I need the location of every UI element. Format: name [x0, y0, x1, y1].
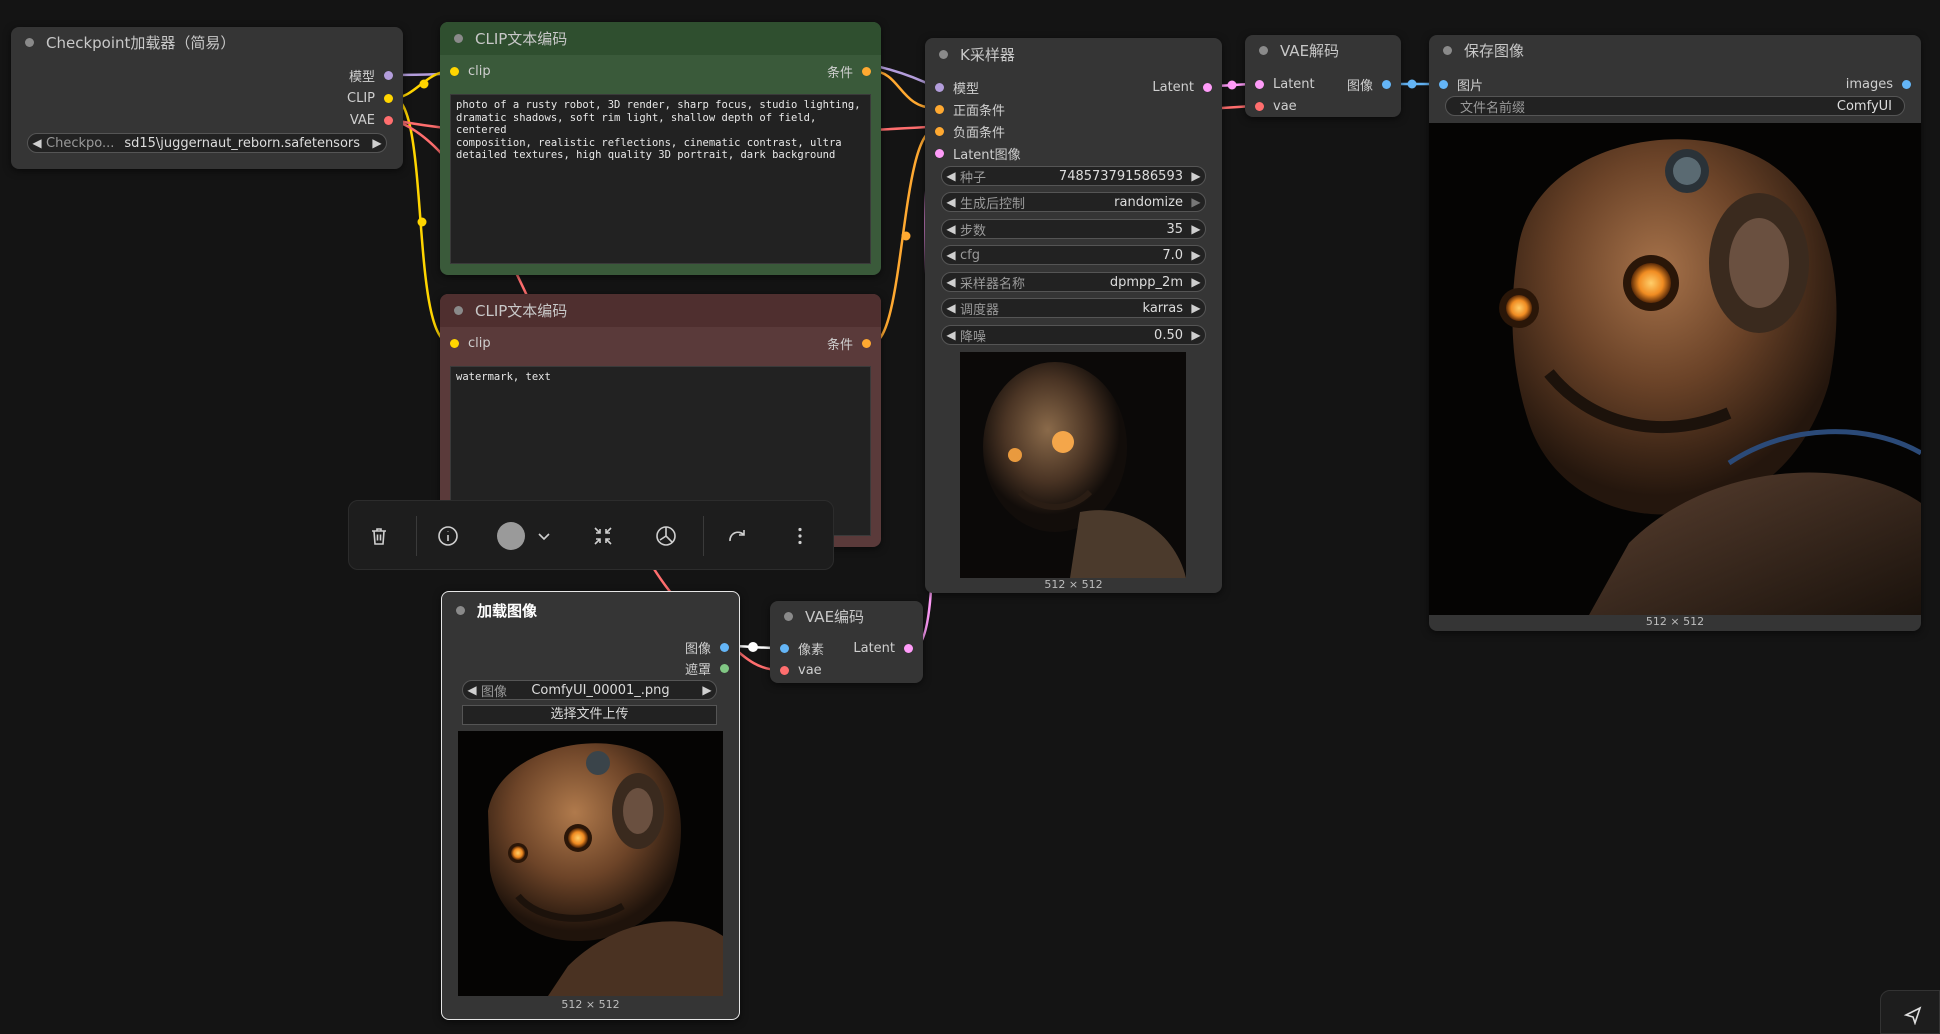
input-slot-latent[interactable] [1255, 79, 1264, 89]
upload-button[interactable]: 选择文件上传 [462, 705, 717, 725]
seed-widget[interactable]: ◀ 种子 748573791586593 ▶ [941, 166, 1206, 186]
collapse-dot-icon[interactable] [454, 34, 463, 43]
preview-dimensions: 512 × 512 [1044, 578, 1103, 591]
output-slot-latent[interactable] [904, 643, 913, 653]
output-slot-images[interactable] [1902, 79, 1911, 89]
input-slot-clip[interactable] [450, 66, 459, 76]
color-swatch-icon [497, 522, 525, 550]
collapse-dot-icon[interactable] [25, 37, 34, 47]
node-title[interactable]: CLIP文本编码 [440, 22, 881, 55]
latent-preview-image [960, 352, 1186, 578]
ksampler-node[interactable]: K采样器 模型 Latent 正面条件 负面条件 Latent图像 ◀ 种子 748… [925, 38, 1222, 593]
color-picker-button[interactable] [490, 518, 560, 554]
more-icon[interactable] [782, 518, 818, 554]
collapse-dot-icon[interactable] [784, 611, 793, 621]
toolbar-separator [703, 516, 704, 556]
output-label-model: 模型 [348, 69, 375, 85]
node-title[interactable]: 加载图像 [442, 592, 739, 628]
output-slot-clip[interactable] [384, 93, 393, 103]
send-arrow-icon [1903, 1006, 1922, 1025]
output-slot-image[interactable] [720, 642, 729, 652]
collapse-dot-icon[interactable] [939, 50, 948, 59]
checkpoint-loader-node[interactable]: Checkpoint加载器（简易） 模型 CLIP VAE ◀ Checkpo.… [11, 27, 403, 169]
redo-icon[interactable] [720, 518, 756, 554]
output-slot-model[interactable] [384, 70, 393, 80]
output-slot-image[interactable] [1382, 79, 1391, 89]
output-slot-conditioning[interactable] [862, 338, 871, 348]
node-title[interactable]: K采样器 [925, 38, 1222, 71]
clip-text-encode-positive-node[interactable]: CLIP文本编码 clip 条件 photo of a rusty robot,… [440, 22, 881, 275]
node-title[interactable]: 保存图像 [1429, 35, 1921, 65]
delete-icon[interactable] [361, 518, 397, 554]
preview-dimensions: 512 × 512 [561, 998, 620, 1011]
ckpt-name-combo[interactable]: ◀ Checkpo... sd15\juggernaut_reborn.safe… [27, 133, 387, 153]
filename-prefix-widget[interactable]: 文件名前缀 ComfyUI [1445, 96, 1905, 116]
selection-toolbox [348, 500, 834, 570]
input-slot-latent[interactable] [935, 148, 944, 158]
image-file-combo[interactable]: ◀ 图像 ComfyUI_00001_.png ▶ [462, 680, 717, 700]
saved-image-preview[interactable] [1429, 123, 1921, 615]
output-label-vae: VAE [349, 112, 375, 128]
input-slot-clip[interactable] [450, 338, 459, 348]
node-title[interactable]: CLIP文本编码 [440, 294, 881, 327]
collapse-dot-icon[interactable] [456, 605, 465, 615]
node-title[interactable]: VAE解码 [1245, 35, 1401, 65]
bypass-icon[interactable] [648, 518, 684, 554]
preview-dimensions: 512 × 512 [1645, 615, 1705, 628]
output-label-clip: CLIP [347, 90, 375, 106]
input-slot-negative[interactable] [935, 126, 944, 136]
cfg-widget[interactable]: ◀ cfg 7.0 ▶ [941, 245, 1206, 265]
vae-encode-node[interactable]: VAE编码 像素 Latent vae [770, 601, 923, 683]
sampler-name-widget[interactable]: ◀ 采样器名称 dpmpp_2m ▶ [941, 272, 1206, 292]
output-slot-mask[interactable] [720, 663, 729, 673]
control-after-generate-widget[interactable]: ◀ 生成后控制 randomize ▶ [941, 192, 1206, 212]
info-icon[interactable] [430, 518, 466, 554]
collapse-dot-icon[interactable] [1443, 45, 1452, 55]
save-image-node[interactable]: 保存图像 图片 images 文件名前缀 ComfyUI 512 × 512 [1429, 35, 1921, 631]
denoise-widget[interactable]: ◀ 降噪 0.50 ▶ [941, 325, 1206, 345]
node-title[interactable]: Checkpoint加载器（简易） [11, 27, 403, 57]
steps-widget[interactable]: ◀ 步数 35 ▶ [941, 219, 1206, 239]
node-title[interactable]: VAE编码 [770, 601, 923, 631]
collapse-icon[interactable] [585, 518, 621, 554]
scheduler-widget[interactable]: ◀ 调度器 karras ▶ [941, 298, 1206, 318]
input-slot-model[interactable] [935, 82, 944, 92]
input-slot-pixels[interactable] [780, 643, 789, 653]
load-image-node[interactable]: 加载图像 图像 遮罩 ◀ 图像 ComfyUI_00001_.png ▶ 选择文件上… [441, 591, 740, 1020]
arrow-right-icon[interactable]: ▶ [368, 136, 386, 150]
input-slot-positive[interactable] [935, 104, 944, 114]
output-slot-conditioning[interactable] [862, 66, 871, 76]
node-graph-canvas[interactable]: Checkpoint加载器（简易） 模型 CLIP VAE ◀ Checkpo.… [0, 0, 1940, 1034]
output-slot-latent[interactable] [1203, 82, 1212, 92]
collapse-dot-icon[interactable] [454, 306, 463, 315]
chevron-down-icon [538, 533, 550, 541]
loaded-image-preview [458, 731, 723, 996]
collapse-dot-icon[interactable] [1259, 45, 1268, 55]
toolbar-separator [416, 516, 417, 556]
input-slot-vae[interactable] [780, 665, 789, 675]
vae-decode-node[interactable]: VAE解码 Latent 图像 vae [1245, 35, 1401, 117]
prompt-textarea[interactable]: photo of a rusty robot, 3D render, sharp… [450, 94, 871, 264]
input-slot-images[interactable] [1439, 79, 1448, 89]
arrow-left-icon[interactable]: ◀ [28, 136, 46, 150]
input-slot-vae[interactable] [1255, 101, 1264, 111]
output-slot-vae[interactable] [384, 115, 393, 125]
corner-action-button[interactable] [1880, 990, 1940, 1034]
